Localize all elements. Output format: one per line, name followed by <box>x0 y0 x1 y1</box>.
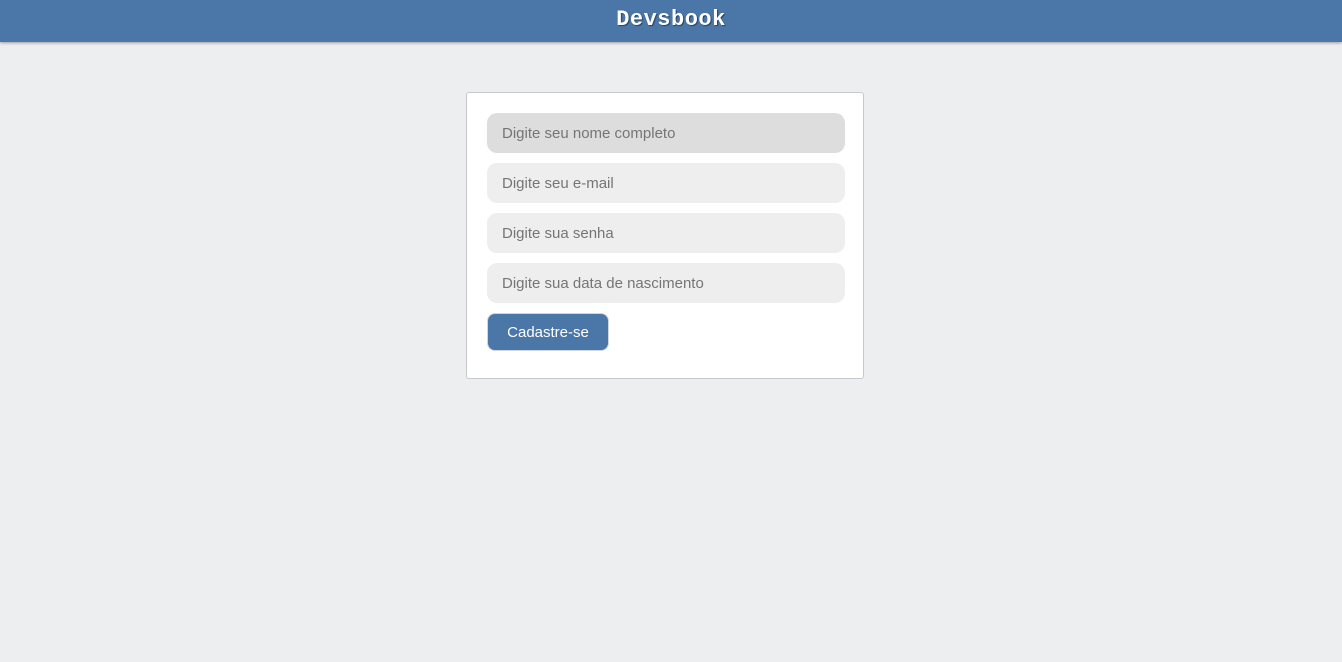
full-name-input[interactable] <box>487 113 845 153</box>
app-logo[interactable]: Devsbook <box>616 7 726 32</box>
signup-button[interactable]: Cadastre-se <box>487 313 609 351</box>
email-input[interactable] <box>487 163 845 203</box>
password-input[interactable] <box>487 213 845 253</box>
signup-form: Cadastre-se <box>487 113 845 351</box>
birthdate-input[interactable] <box>487 263 845 303</box>
signup-card: Cadastre-se <box>466 92 864 379</box>
top-header: Devsbook <box>0 0 1342 42</box>
